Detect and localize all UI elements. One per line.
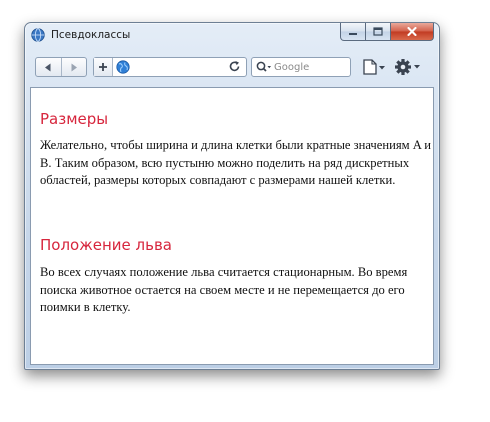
title-bar[interactable]: Псевдоклассы — [25, 23, 439, 50]
maximize-icon — [373, 27, 383, 36]
chevron-down-icon — [379, 66, 385, 70]
address-bar[interactable] — [93, 57, 247, 77]
window-controls — [340, 23, 434, 42]
page-content: Размеры Желательно, чтобы ширина и длина… — [30, 87, 434, 365]
plus-icon — [99, 63, 107, 71]
page-icon — [363, 59, 377, 75]
search-box — [251, 57, 351, 77]
browser-window: Псевдоклассы Google Размеры Желательно, … — [24, 22, 440, 370]
gear-icon — [395, 59, 411, 75]
section-heading: Размеры — [40, 110, 109, 128]
search-icon[interactable] — [256, 61, 272, 73]
minimize-button[interactable] — [340, 23, 366, 41]
close-icon — [407, 27, 417, 36]
globe-icon — [116, 60, 130, 74]
browser-app-icon — [31, 28, 45, 42]
tools-menu-button[interactable] — [393, 57, 423, 77]
section-paragraph: Желательно, чтобы ширина и длина клетки … — [40, 138, 432, 187]
reload-icon[interactable] — [228, 60, 241, 73]
section-heading: Положение льва — [40, 236, 172, 254]
back-arrow-icon — [45, 63, 51, 71]
section-paragraph: Во всех случаях положение льва считается… — [40, 265, 408, 314]
forward-arrow-icon — [71, 63, 77, 71]
navigation-buttons — [35, 57, 87, 77]
add-bookmark-button[interactable] — [94, 58, 113, 76]
window-title: Псевдоклассы — [51, 29, 131, 41]
close-button[interactable] — [391, 23, 434, 41]
chevron-down-icon — [414, 65, 420, 69]
forward-button[interactable] — [60, 58, 87, 76]
search-input[interactable] — [274, 59, 344, 75]
minimize-icon — [349, 32, 357, 35]
browser-toolbar — [31, 55, 433, 81]
maximize-button[interactable] — [366, 23, 391, 41]
back-button[interactable] — [36, 58, 61, 76]
page-menu-button[interactable] — [361, 58, 387, 76]
